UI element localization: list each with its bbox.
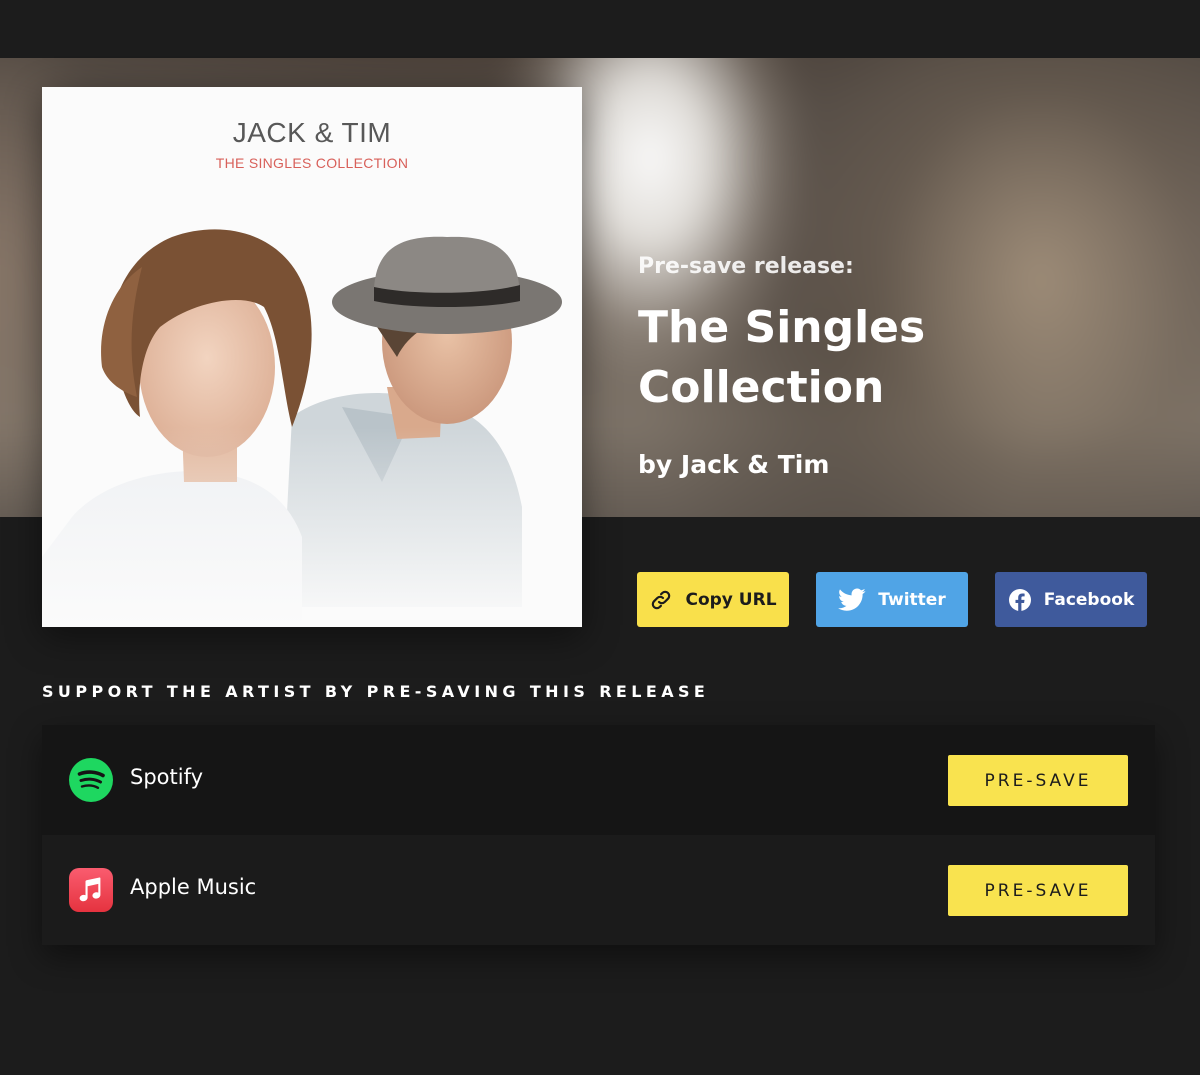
facebook-share-button[interactable]: Facebook <box>995 572 1147 627</box>
service-row-spotify: Spotify PRE-SAVE <box>42 725 1155 835</box>
album-cover: JACK & TIM THE SINGLES COLLECTION <box>42 87 582 627</box>
presave-page: JACK & TIM THE SINGLES COLLECTION Pre-sa… <box>0 0 1200 1075</box>
twitter-label: Twitter <box>878 589 946 610</box>
release-title: The Singles Collection <box>638 302 926 413</box>
copy-url-label: Copy URL <box>685 589 777 610</box>
artist-byline: by Jack & Tim <box>638 450 830 479</box>
service-name-spotify: Spotify <box>130 765 204 789</box>
facebook-icon <box>1008 588 1031 611</box>
presave-label: Pre-save release: <box>638 254 854 279</box>
spotify-icon <box>69 758 113 802</box>
apple-music-icon <box>69 868 113 912</box>
link-icon <box>652 590 671 609</box>
service-name-apple-music: Apple Music <box>130 875 257 899</box>
apple-music-presave-button[interactable]: PRE-SAVE <box>948 865 1128 916</box>
services-list: Spotify PRE-SAVE Apple Music PRE-SAVE <box>42 725 1155 945</box>
support-heading: SUPPORT THE ARTIST BY PRE-SAVING THIS RE… <box>42 682 710 701</box>
copy-url-button[interactable]: Copy URL <box>637 572 789 627</box>
twitter-bird-icon <box>838 587 866 611</box>
twitter-share-button[interactable]: Twitter <box>816 572 968 627</box>
album-cover-subtitle: THE SINGLES COLLECTION <box>215 155 409 171</box>
service-row-apple-music: Apple Music PRE-SAVE <box>42 835 1155 945</box>
spotify-presave-button[interactable]: PRE-SAVE <box>948 755 1128 806</box>
facebook-label: Facebook <box>1043 589 1135 610</box>
album-cover-artist: JACK & TIM <box>232 117 392 148</box>
